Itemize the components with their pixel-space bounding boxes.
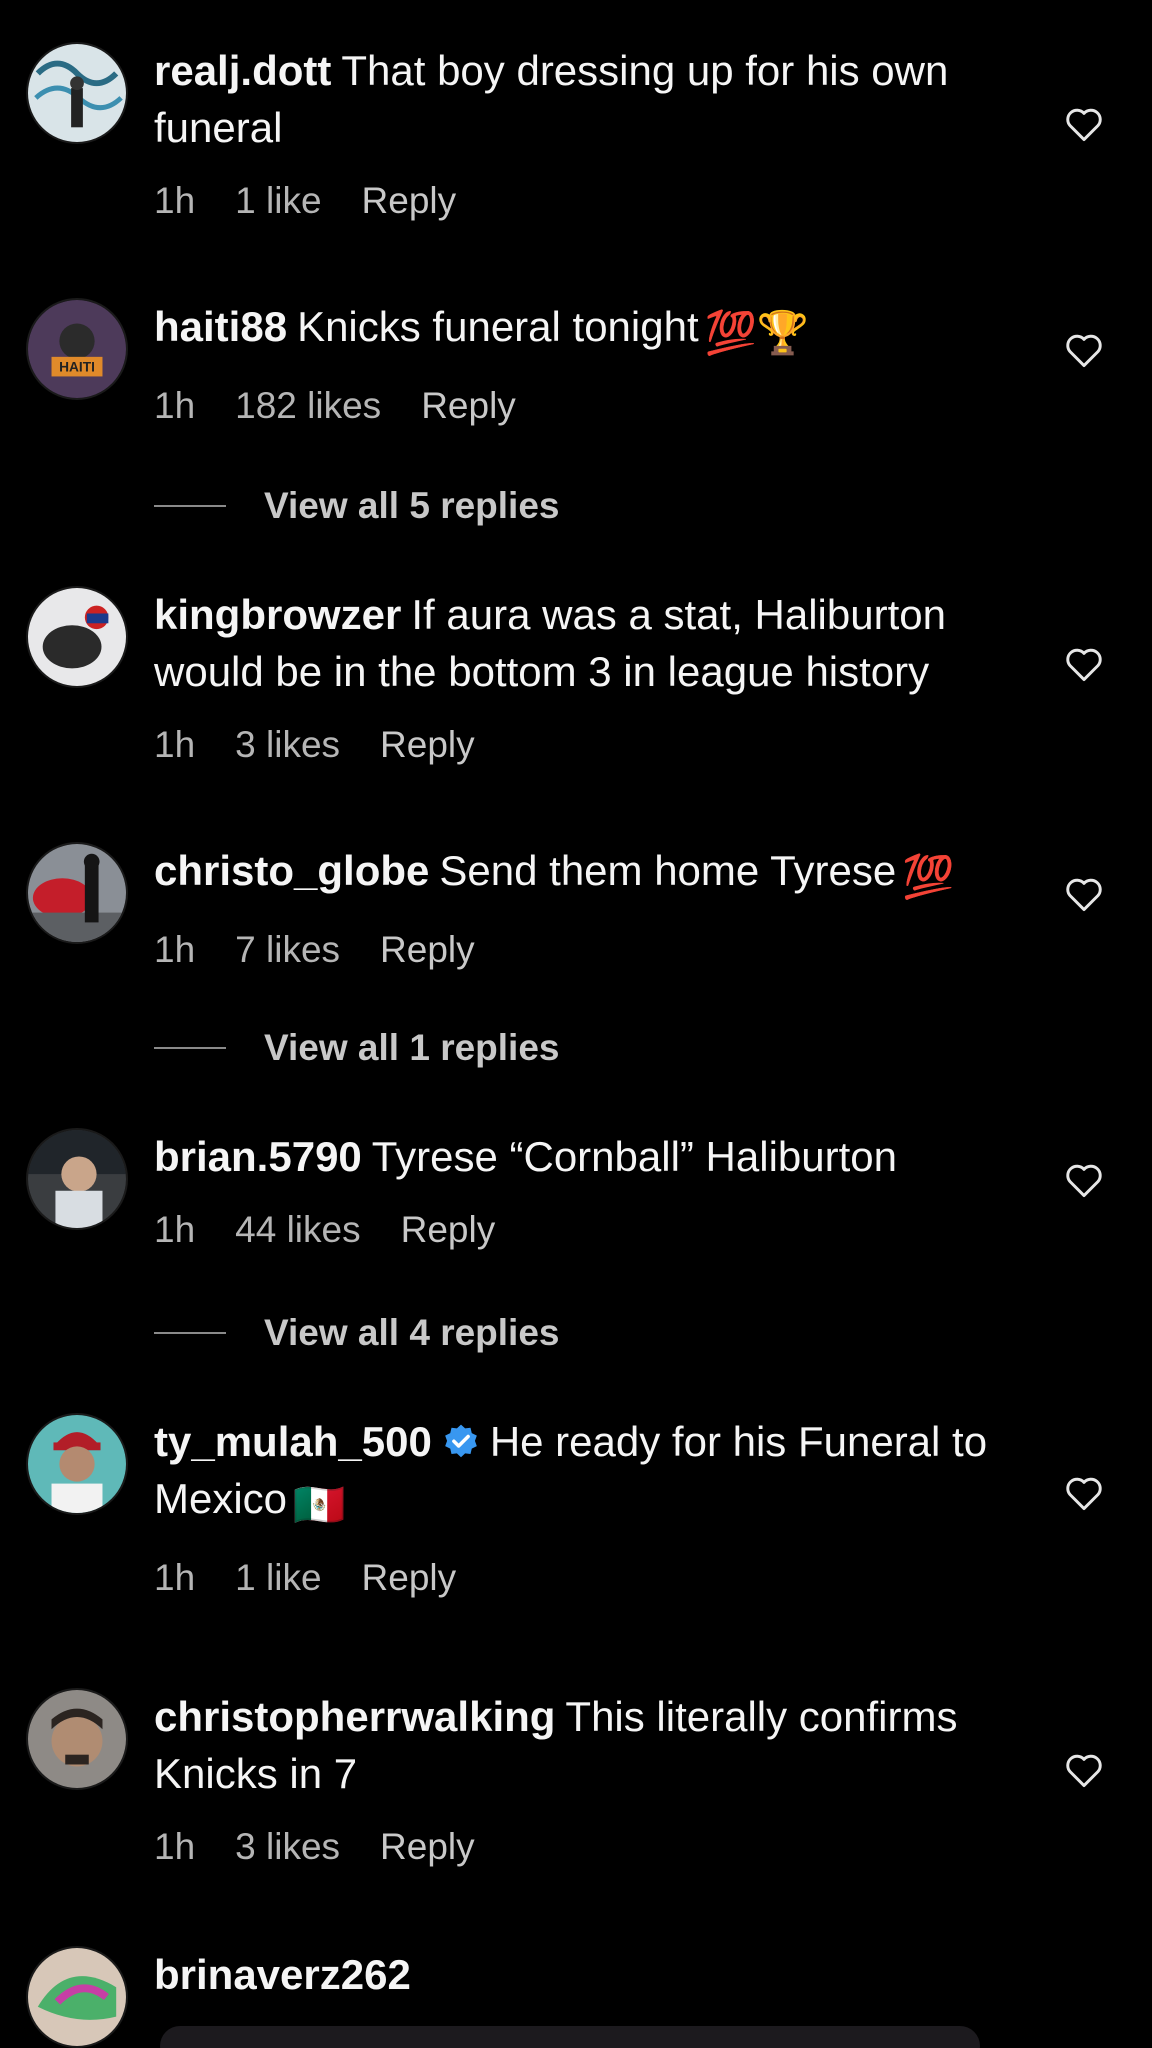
media-preview[interactable]: [160, 2026, 980, 2048]
username[interactable]: realj.dott: [154, 47, 331, 94]
heart-icon[interactable]: [1064, 1752, 1104, 1788]
like-count[interactable]: 182 likes: [235, 385, 381, 427]
like-count[interactable]: 3 likes: [235, 724, 340, 766]
comment-text: haiti88 Knicks funeral tonight 💯🏆: [154, 298, 1034, 361]
comment-text: brian.5790 Tyrese “Cornball” Haliburton: [154, 1128, 1034, 1185]
reply-button[interactable]: Reply: [362, 180, 457, 222]
divider: [154, 505, 226, 507]
comment-text: realj.dott That boy dressing up for his o…: [154, 42, 1034, 156]
comment-meta: 1h 7 likes Reply: [154, 929, 1034, 971]
username[interactable]: christo_globe: [154, 847, 429, 894]
comment-text: brinaverz262: [154, 1946, 1034, 2003]
view-replies-button[interactable]: View all 1 replies: [154, 1023, 560, 1073]
timestamp: 1h: [154, 1209, 196, 1250]
avatar[interactable]: [26, 1128, 128, 1230]
like-count[interactable]: 3 likes: [235, 1826, 340, 1868]
like-count[interactable]: 44 likes: [235, 1209, 360, 1251]
comment-body: Send them home Tyrese: [439, 847, 897, 894]
comments-screen: realj.dott That boy dressing up for his o…: [0, 0, 1152, 2048]
like-count[interactable]: 1 like: [235, 180, 321, 222]
like-count[interactable]: 7 likes: [235, 929, 340, 971]
comment-text: ty_mulah_500 He ready for his Funeral to …: [154, 1413, 1034, 1533]
comment-text: christopherrwalking This literally confir…: [154, 1688, 1034, 1802]
emoji: 🇲🇽: [293, 1481, 346, 1528]
username[interactable]: christopherrwalking: [154, 1693, 555, 1740]
reply-button[interactable]: Reply: [380, 929, 475, 971]
username[interactable]: brian.5790: [154, 1133, 362, 1180]
heart-icon[interactable]: [1064, 1162, 1104, 1198]
avatar[interactable]: [26, 1946, 128, 2048]
username[interactable]: haiti88: [154, 303, 287, 350]
heart-icon[interactable]: [1064, 1475, 1104, 1511]
timestamp: 1h: [154, 1557, 196, 1598]
reply-button[interactable]: Reply: [380, 724, 475, 766]
username[interactable]: ty_mulah_500: [154, 1418, 432, 1465]
divider: [154, 1332, 226, 1334]
avatar[interactable]: [26, 842, 128, 944]
reply-button[interactable]: Reply: [380, 1826, 475, 1868]
svg-text:HAITI: HAITI: [59, 360, 95, 375]
view-replies-label[interactable]: View all 1 replies: [264, 1027, 560, 1069]
comment-meta: 1h 182 likes Reply: [154, 385, 1034, 427]
emoji: 💯: [902, 853, 955, 900]
avatar[interactable]: [26, 42, 128, 144]
view-replies-label[interactable]: View all 5 replies: [264, 485, 560, 527]
like-count[interactable]: 1 like: [235, 1557, 321, 1599]
avatar[interactable]: [26, 1688, 128, 1790]
divider: [154, 1047, 226, 1049]
comment-meta: 1h 1 like Reply: [154, 1557, 1034, 1599]
heart-icon[interactable]: [1064, 332, 1104, 368]
heart-icon[interactable]: [1064, 106, 1104, 142]
username[interactable]: kingbrowzer: [154, 591, 401, 638]
heart-icon[interactable]: [1064, 646, 1104, 682]
timestamp: 1h: [154, 180, 196, 221]
comment-meta: 1h 1 like Reply: [154, 180, 1034, 222]
comment-text: kingbrowzer If aura was a stat, Haliburto…: [154, 586, 1034, 700]
reply-button[interactable]: Reply: [401, 1209, 496, 1251]
heart-icon[interactable]: [1064, 876, 1104, 912]
comment-meta: 1h 44 likes Reply: [154, 1209, 1034, 1251]
comment-body: Knicks funeral tonight: [297, 303, 699, 350]
comment-meta: 1h 3 likes Reply: [154, 724, 1034, 766]
emoji: 💯🏆: [704, 309, 810, 356]
username[interactable]: brinaverz262: [154, 1951, 411, 1998]
comment-text: christo_globe Send them home Tyrese 💯: [154, 842, 1034, 905]
timestamp: 1h: [154, 385, 196, 426]
avatar[interactable]: [26, 1413, 128, 1515]
verified-badge-icon: [442, 1418, 480, 1458]
view-replies-label[interactable]: View all 4 replies: [264, 1312, 560, 1354]
comment-meta: 1h 3 likes Reply: [154, 1826, 1034, 1868]
timestamp: 1h: [154, 1826, 196, 1867]
avatar[interactable]: [26, 586, 128, 688]
reply-button[interactable]: Reply: [362, 1557, 457, 1599]
timestamp: 1h: [154, 724, 196, 765]
view-replies-button[interactable]: View all 5 replies: [154, 481, 560, 531]
comment-body: Tyrese “Cornball” Haliburton: [371, 1133, 898, 1180]
timestamp: 1h: [154, 929, 196, 970]
view-replies-button[interactable]: View all 4 replies: [154, 1308, 560, 1358]
reply-button[interactable]: Reply: [421, 385, 516, 427]
avatar[interactable]: HAITI: [26, 298, 128, 400]
